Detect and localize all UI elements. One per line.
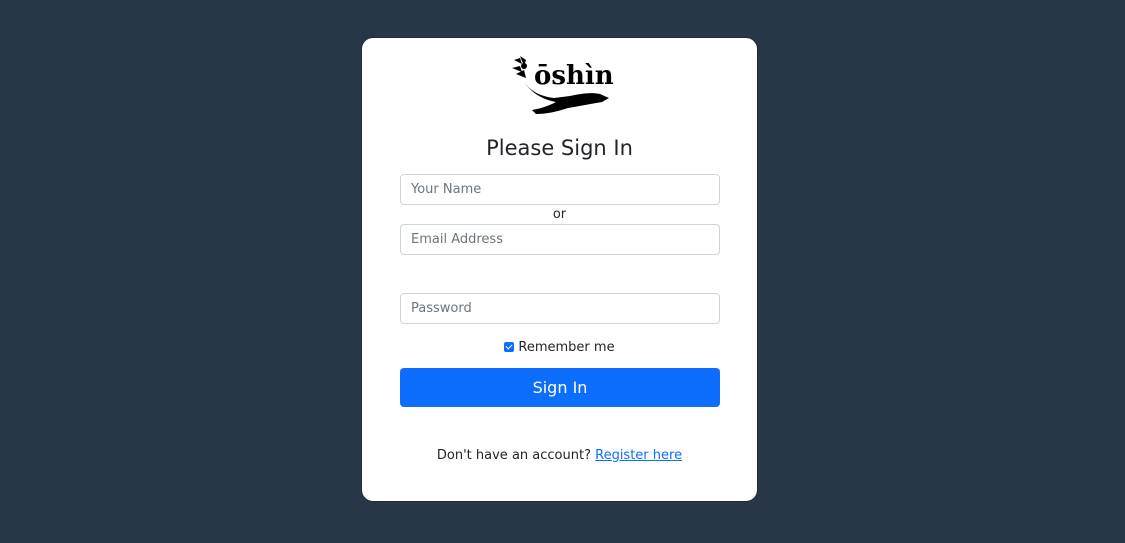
sign-in-button[interactable]: Sign In	[400, 368, 720, 407]
login-card: ōshìn Please Sign In or Remember me Sign…	[361, 37, 758, 502]
or-separator: or	[552, 207, 567, 222]
register-link[interactable]: Register here	[595, 448, 682, 463]
password-input[interactable]	[400, 293, 720, 324]
no-account-text: Don't have an account?	[436, 448, 591, 463]
email-input[interactable]	[400, 224, 720, 255]
remember-me-row: Remember me	[362, 339, 757, 357]
name-input[interactable]	[400, 174, 720, 205]
oshin-logo: ōshìn	[512, 56, 614, 114]
remember-me-label[interactable]: Remember me	[518, 340, 614, 355]
svg-text:ōshìn: ōshìn	[534, 61, 614, 91]
page-title: Please Sign In	[486, 136, 633, 160]
register-prompt: Don't have an account? Register here	[362, 447, 757, 465]
remember-me-checkbox[interactable]	[504, 342, 515, 352]
